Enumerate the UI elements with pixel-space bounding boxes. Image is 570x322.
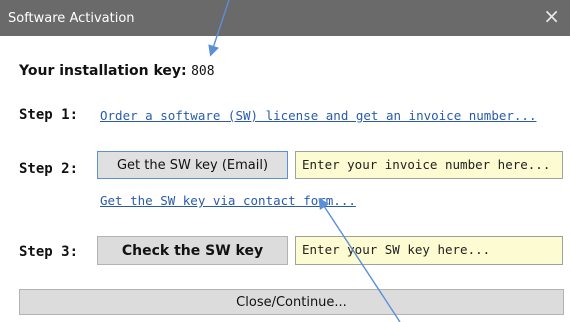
step1-label: Step 1: [19, 107, 79, 123]
window-title: Software Activation [8, 11, 135, 26]
contact-form-link[interactable]: Get the SW key via contact form... [100, 193, 356, 208]
invoice-number-input[interactable]: Enter your invoice number here... [295, 151, 563, 179]
step3-label: Step 3: [19, 244, 79, 260]
check-key-button[interactable]: Check the SW key [97, 236, 288, 265]
installation-key-label: Your installation key: [19, 63, 187, 79]
close-continue-button[interactable]: Close/Continue... [19, 289, 564, 315]
installation-key-value: 808 [191, 64, 215, 79]
title-bar: Software Activation × [0, 0, 570, 36]
installation-key-line: Your installation key: 808 [19, 63, 215, 79]
get-key-email-button[interactable]: Get the SW key (Email) [97, 151, 288, 179]
order-license-link[interactable]: Order a software (SW) license and get an… [100, 108, 537, 123]
step2-label: Step 2: [19, 161, 79, 177]
sw-key-input[interactable]: Enter your SW key here... [295, 236, 563, 265]
close-icon[interactable]: × [543, 6, 560, 26]
